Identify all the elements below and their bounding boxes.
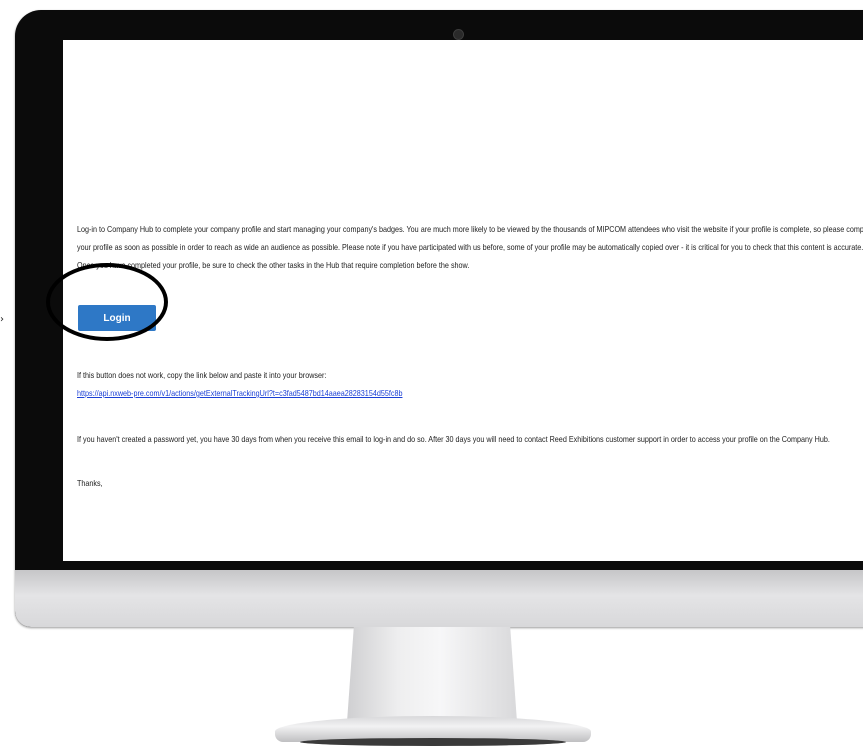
monitor-chin [15, 570, 863, 627]
email-paragraph-password: If you haven't created a password yet, y… [77, 434, 830, 444]
arrow-right-icon: › [0, 314, 4, 325]
monitor-stand-shadow [300, 738, 566, 746]
email-paragraph-fallback: If this button does not work, copy the l… [77, 366, 593, 402]
monitor-frame: Log-in to Company Hub to complete your c… [15, 10, 863, 627]
email-paragraph-intro: Log-in to Company Hub to complete your c… [77, 224, 863, 270]
fallback-intro-text: If this button does not work, copy the l… [77, 370, 327, 380]
tracking-link[interactable]: https://api.nxweb-pre.com/v1/actions/get… [77, 384, 593, 402]
monitor-stand-neck [347, 627, 517, 722]
login-button[interactable]: Login [78, 305, 156, 331]
email-screen: Log-in to Company Hub to complete your c… [63, 40, 863, 561]
email-signoff: Thanks, [77, 478, 103, 488]
camera-icon [453, 29, 464, 40]
